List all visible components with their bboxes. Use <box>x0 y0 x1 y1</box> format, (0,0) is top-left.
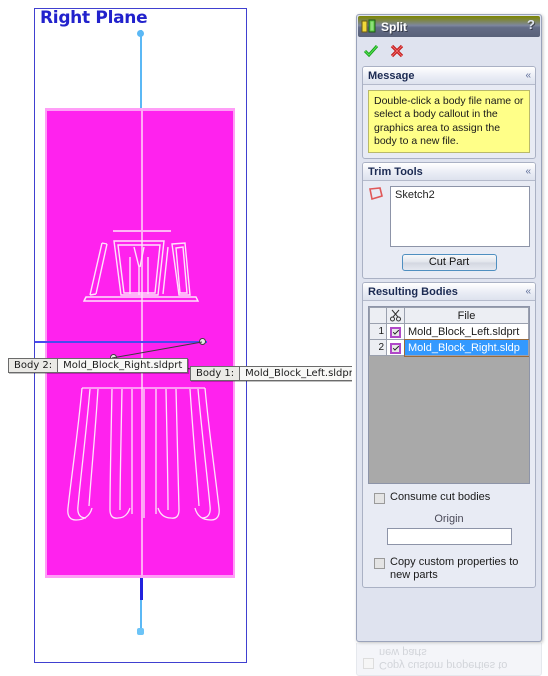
message-group: Message « Double-click a body file name … <box>362 66 536 160</box>
trim-tools-group-header[interactable]: Trim Tools « <box>363 163 535 182</box>
panel-reflection-inner: Copy custom properties to new parts <box>356 643 542 676</box>
row-file-name[interactable]: Mold_Block_Left.sldprt <box>404 323 529 341</box>
chevron-up-icon[interactable]: « <box>525 286 531 297</box>
trim-tools-selection-box[interactable]: Sketch2 <box>390 186 530 248</box>
column-header-file: File <box>404 307 529 325</box>
consume-cut-bodies-label: Consume cut bodies <box>390 491 491 504</box>
copy-custom-properties-checkbox[interactable] <box>374 557 385 569</box>
resulting-bodies-list[interactable]: File 1 Mold_Block_Left.sldprt 2 Mold_Blo… <box>368 306 530 485</box>
trim-sketch-line[interactable] <box>35 341 207 343</box>
resulting-bodies-group: Resulting Bodies « File 1 Mold_Block_Lef… <box>362 282 536 588</box>
table-row[interactable]: 2 Mold_Block_Right.sldp <box>369 338 529 357</box>
cut-part-button[interactable]: Cut Part <box>401 254 497 272</box>
trim-tools-group-title: Trim Tools <box>368 165 423 178</box>
consume-cut-bodies-checkbox[interactable] <box>374 493 385 505</box>
row-checkbox[interactable] <box>390 326 401 338</box>
centerline-highlight-segment <box>140 578 143 600</box>
row-checkbox-cell[interactable] <box>386 339 405 357</box>
red-x-icon[interactable] <box>389 43 405 59</box>
message-group-header[interactable]: Message « <box>363 67 535 85</box>
row-checkbox-cell[interactable] <box>386 323 405 341</box>
row-checkbox[interactable] <box>390 342 401 354</box>
column-header-scissors[interactable] <box>386 307 405 325</box>
reflection-checkbox-icon <box>363 658 374 669</box>
trim-tools-group: Trim Tools « Sketch2 Cut Part <box>362 162 536 280</box>
column-header-index <box>369 307 387 325</box>
body-callout-2[interactable]: Body 2: Mold_Block_Right.sldprt <box>8 358 189 373</box>
panel-titlebar[interactable]: Split ? <box>358 16 540 37</box>
sketch-line-endpoint-right[interactable] <box>199 338 206 345</box>
split-property-manager: Split ? Message « Double-click a body fi… <box>356 14 542 642</box>
body-callout-1[interactable]: Body 1: Mold_Block_Left.sldprt <box>190 366 352 381</box>
help-button[interactable]: ? <box>527 17 535 32</box>
green-check-icon[interactable] <box>363 43 379 59</box>
body-split-line <box>141 108 143 578</box>
reflection-label: Copy custom properties to new parts <box>379 645 508 671</box>
split-icon <box>361 19 376 33</box>
centerline-bottom-endpoint[interactable] <box>137 628 144 635</box>
message-group-body: Double-click a body file name or select … <box>363 85 535 158</box>
copy-custom-properties-option[interactable]: Copy custom properties to new parts <box>368 556 530 582</box>
mold-block-body[interactable] <box>45 108 235 578</box>
panel-reflection: Copy custom properties to new parts <box>356 643 542 676</box>
panel-title: Split <box>381 19 407 34</box>
body-callout-1-key: Body 1: <box>191 367 241 380</box>
resulting-bodies-group-header[interactable]: Resulting Bodies « <box>363 283 535 302</box>
body-callout-1-value[interactable]: Mold_Block_Left.sldprt <box>240 367 352 380</box>
graphics-area[interactable]: Right Plane Body 2: Mold_Block_Right.sld… <box>0 0 352 676</box>
row-index: 2 <box>369 339 387 357</box>
message-text: Double-click a body file name or select … <box>368 90 530 154</box>
body-callout-2-value[interactable]: Mold_Block_Right.sldprt <box>58 359 188 372</box>
resulting-bodies-group-title: Resulting Bodies <box>368 285 458 298</box>
message-group-title: Message <box>368 69 415 82</box>
table-header-row: File <box>369 307 529 325</box>
reflection-copy-custom-properties-option: Copy custom properties to new parts <box>357 645 541 671</box>
centerline-top-endpoint[interactable] <box>137 30 144 37</box>
trim-tool-item[interactable]: Sketch2 <box>395 189 525 201</box>
row-index: 1 <box>369 323 387 341</box>
table-row[interactable]: 1 Mold_Block_Left.sldprt <box>369 323 529 341</box>
origin-label: Origin <box>434 512 464 525</box>
body-callout-2-key: Body 2: <box>9 359 59 372</box>
resulting-bodies-group-body: File 1 Mold_Block_Left.sldprt 2 Mold_Blo… <box>363 301 535 587</box>
copy-custom-properties-label: Copy custom properties to new parts <box>390 555 519 581</box>
panel-action-bar <box>357 38 541 63</box>
trim-tools-group-body: Sketch2 Cut Part <box>363 181 535 278</box>
plane-label: Right Plane <box>40 8 148 28</box>
row-file-name[interactable]: Mold_Block_Right.sldp <box>403 338 529 357</box>
app-root: Right Plane Body 2: Mold_Block_Right.sld… <box>0 0 548 676</box>
scissors-icon <box>390 309 401 322</box>
resulting-bodies-table: File 1 Mold_Block_Left.sldprt 2 Mold_Blo… <box>369 307 529 357</box>
chevron-up-icon[interactable]: « <box>525 166 531 177</box>
origin-input[interactable] <box>386 527 512 545</box>
consume-cut-bodies-option[interactable]: Consume cut bodies <box>368 491 530 505</box>
chevron-up-icon[interactable]: « <box>525 70 531 81</box>
body-top-edge-tick <box>113 230 171 232</box>
plane-selection-icon <box>369 187 383 201</box>
